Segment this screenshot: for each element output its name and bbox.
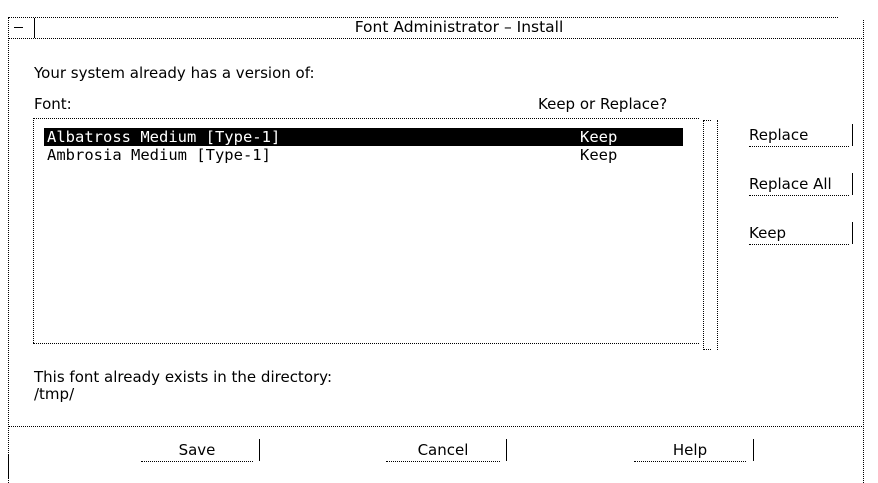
font-list-row[interactable]: Ambrosia Medium [Type-1] Keep (44, 146, 683, 164)
left-corner-mark (8, 454, 9, 478)
keep-button[interactable]: Keep (749, 222, 853, 245)
scrollbar-up-arrow-icon[interactable] (703, 120, 711, 121)
replace-all-button-label: Replace All (749, 175, 832, 193)
window-menu-button[interactable] (8, 19, 28, 35)
replace-all-button[interactable]: Replace All (749, 173, 853, 196)
replace-button[interactable]: Replace (749, 124, 853, 147)
cancel-button-edge (506, 439, 507, 461)
window-menu-icon (14, 27, 23, 28)
save-button-underline (141, 461, 253, 462)
title-bar-divider (8, 38, 864, 39)
font-list-scrollbar[interactable] (703, 120, 719, 350)
help-button-edge (753, 439, 754, 461)
keep-button-label: Keep (749, 224, 787, 242)
font-name: Ambrosia Medium [Type-1] (47, 146, 271, 164)
scrollbar-down-arrow-icon[interactable] (703, 349, 711, 350)
replace-all-button-edge (852, 173, 853, 195)
font-action: Keep (580, 128, 618, 146)
font-exists-message: This font already exists in the director… (34, 368, 333, 386)
replace-button-label: Replace (749, 126, 809, 144)
font-list-bottom-border (33, 343, 699, 344)
window-menu-divider (34, 18, 35, 38)
replace-all-button-underline (749, 195, 849, 196)
replace-button-edge (852, 124, 853, 146)
save-button-edge (259, 439, 260, 461)
save-button-label: Save (178, 441, 216, 459)
window-left-border (8, 17, 9, 483)
already-has-version-message: Your system already has a version of: (34, 64, 315, 82)
cancel-button-label: Cancel (417, 441, 469, 459)
help-button-underline (634, 461, 746, 462)
directory-path: /tmp/ (34, 385, 75, 403)
font-list-left-border (33, 118, 34, 343)
replace-button-underline (749, 146, 849, 147)
font-name: Albatross Medium [Type-1] (47, 128, 281, 146)
help-button[interactable]: Help (634, 439, 754, 462)
scrollbar-left-edge (703, 120, 704, 350)
save-button[interactable]: Save (141, 439, 260, 462)
cancel-button[interactable]: Cancel (386, 439, 507, 462)
keep-button-edge (852, 222, 853, 244)
window-title: Font Administrator – Install (354, 18, 564, 36)
font-column-header: Font: (34, 95, 72, 113)
scrollbar-right-edge (717, 120, 718, 350)
cancel-button-underline (386, 461, 500, 462)
keep-button-underline (749, 244, 849, 245)
font-list-top-border (33, 118, 699, 119)
keep-or-replace-column-header: Keep or Replace? (538, 95, 668, 113)
window-right-border (863, 20, 864, 483)
bottom-divider (8, 426, 864, 427)
font-action: Keep (580, 146, 618, 164)
font-list-row[interactable]: Albatross Medium [Type-1] Keep (44, 128, 683, 146)
help-button-label: Help (672, 441, 708, 459)
